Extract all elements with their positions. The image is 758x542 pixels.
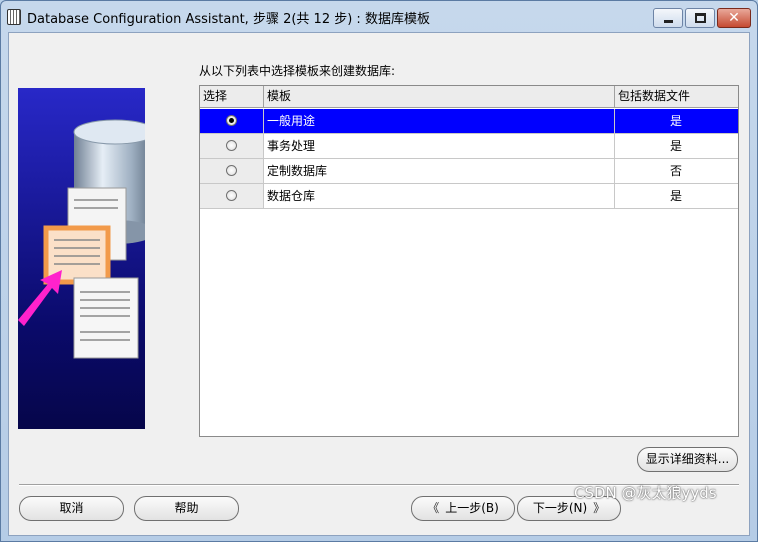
show-details-button[interactable]: 显示详细资料...: [637, 447, 738, 472]
template-radio[interactable]: [226, 165, 237, 176]
select-cell[interactable]: [200, 159, 264, 183]
database-illustration: [18, 88, 145, 429]
chevron-left-icon: 《: [427, 501, 440, 515]
template-name: 定制数据库: [264, 159, 615, 183]
close-icon: ✕: [728, 10, 740, 26]
select-cell[interactable]: [200, 184, 264, 208]
template-table: 选择 模板 包括数据文件 一般用途 是 事务处理 是 定制数据库 否 数据仓库 …: [199, 85, 739, 437]
maximize-icon: [695, 13, 706, 23]
column-header-select[interactable]: 选择: [200, 86, 264, 108]
include-datafiles-value: 否: [669, 164, 682, 178]
template-name: 事务处理: [264, 134, 615, 158]
table-header: 选择 模板 包括数据文件: [200, 86, 738, 108]
table-row[interactable]: 事务处理 是: [200, 134, 738, 159]
cancel-button[interactable]: 取消: [19, 496, 124, 521]
table-row[interactable]: 一般用途 是: [200, 109, 738, 134]
select-cell[interactable]: [200, 134, 264, 158]
template-radio[interactable]: [226, 115, 237, 126]
next-label: 下一步(N): [532, 501, 588, 515]
dialog-body: 从以下列表中选择模板来创建数据库: 选择 模板 包括数据文件 一般用途 是 事务…: [8, 32, 750, 536]
template-name: 数据仓库: [264, 184, 615, 208]
include-datafiles-value: 是: [669, 189, 682, 203]
column-header-include-datafiles[interactable]: 包括数据文件: [615, 86, 738, 108]
table-row[interactable]: 定制数据库 否: [200, 159, 738, 184]
chevron-right-icon: 》: [593, 501, 606, 515]
template-name: 一般用途: [264, 109, 615, 133]
maximize-button[interactable]: [685, 8, 715, 28]
watermark: CSDN @灰太狼yyds: [574, 484, 717, 502]
include-datafiles-value: 是: [669, 139, 682, 153]
title-bar[interactable]: Database Configuration Assistant, 步骤 2(共…: [1, 1, 757, 33]
select-cell[interactable]: [200, 109, 264, 133]
back-label: 上一步(B): [445, 501, 499, 515]
template-radio[interactable]: [226, 190, 237, 201]
template-radio[interactable]: [226, 140, 237, 151]
table-row[interactable]: 数据仓库 是: [200, 184, 738, 209]
template-prompt: 从以下列表中选择模板来创建数据库:: [199, 64, 396, 78]
minimize-button[interactable]: [653, 8, 683, 28]
window-title: Database Configuration Assistant, 步骤 2(共…: [27, 12, 430, 27]
column-header-template[interactable]: 模板: [264, 86, 615, 108]
help-button[interactable]: 帮助: [134, 496, 239, 521]
app-icon: [7, 9, 21, 25]
back-button[interactable]: 《上一步(B): [411, 496, 515, 521]
database-documents-icon: [18, 119, 145, 359]
minimize-icon: [664, 20, 673, 23]
close-button[interactable]: ✕: [717, 8, 751, 28]
dbca-window: Database Configuration Assistant, 步骤 2(共…: [0, 0, 758, 542]
include-datafiles-value: 是: [669, 114, 682, 128]
